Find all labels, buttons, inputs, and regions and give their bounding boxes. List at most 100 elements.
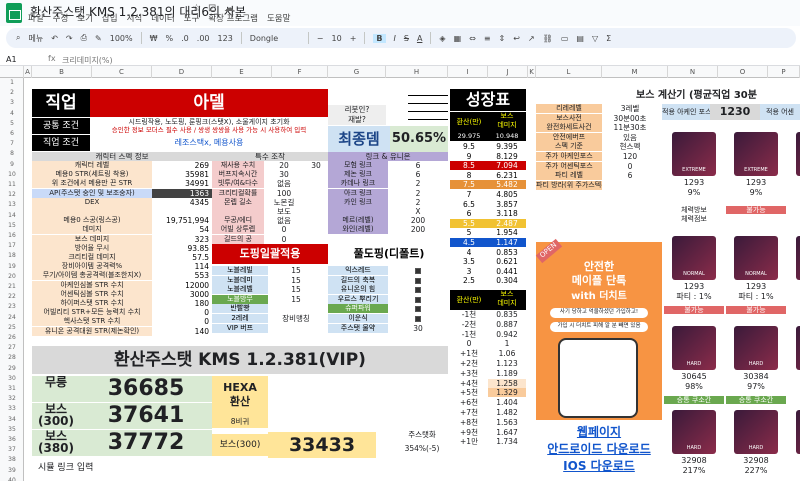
align-icon[interactable]: ≡ [484, 34, 491, 43]
stat-value[interactable]: 57.5 [152, 253, 212, 262]
formula-input[interactable]: 크리데미지(%) [62, 55, 113, 66]
link-value[interactable]: X [388, 207, 448, 216]
col-header[interactable]: J [488, 66, 528, 78]
doping-checkbox[interactable] [388, 266, 448, 275]
row-header[interactable]: 1 [0, 79, 24, 86]
stat-value[interactable]: 34991 [152, 179, 212, 189]
borders-icon[interactable]: ▦ [454, 34, 462, 43]
stat-value[interactable]: 12000 [152, 280, 212, 290]
stat-value[interactable]: 0 [152, 317, 212, 327]
text-color-button[interactable]: A [417, 34, 422, 43]
spreadsheet-grid[interactable]: 직업 아델 공통 조건 시드링작용, 노도핑, 룬핑크(스탯X), 소울게이지 … [24, 78, 800, 481]
ad-link[interactable]: 안드로이드 다운로드 [536, 441, 662, 457]
redo-icon[interactable]: ↷ [66, 34, 73, 43]
link-value[interactable]: 2 [388, 188, 448, 198]
stat-value[interactable]: 93.85 [152, 243, 212, 253]
calc-value[interactable]: 11분30초 [602, 123, 658, 133]
stat-value[interactable]: 0 [152, 308, 212, 318]
row-header[interactable]: 20 [0, 273, 24, 280]
row-header[interactable]: 15 [0, 222, 24, 229]
special-value[interactable]: 100 [264, 188, 304, 198]
col-header[interactable]: C [92, 66, 152, 78]
row-header[interactable]: 19 [0, 263, 24, 270]
job-name-select[interactable]: 아델 [90, 89, 328, 117]
stat-value[interactable]: 4345 [152, 197, 212, 207]
doping-value[interactable]: 15 [268, 266, 324, 275]
menu-help[interactable]: 도움말 [267, 12, 290, 26]
comment-icon[interactable]: ▭ [561, 34, 569, 43]
col-header[interactable]: L [536, 66, 602, 78]
row-header[interactable]: 8 [0, 150, 24, 157]
menu-format[interactable]: 서식 [127, 12, 143, 26]
row-header[interactable]: 7 [0, 140, 24, 147]
doping-value[interactable]: 15 [268, 275, 324, 285]
row-header[interactable]: 2 [0, 89, 24, 96]
col-header[interactable]: I [448, 66, 488, 78]
valign-icon[interactable]: ⇕ [499, 34, 506, 43]
row-header[interactable]: 21 [0, 283, 24, 290]
row-header[interactable]: 38 [0, 456, 24, 463]
row-header[interactable]: 27 [0, 344, 24, 351]
row-header[interactable]: 17 [0, 242, 24, 249]
row-header[interactable]: 4 [0, 110, 24, 117]
special-value[interactable]: 20 [264, 161, 304, 170]
special-value[interactable]: 없음 [264, 216, 304, 226]
row-header[interactable]: 31 [0, 385, 24, 392]
doping-value[interactable] [268, 323, 324, 333]
undo-icon[interactable]: ↶ [51, 34, 58, 43]
special-value[interactable]: 노몬길 [264, 197, 304, 207]
doping-checkbox[interactable] [388, 314, 448, 323]
col-header[interactable]: O [718, 66, 768, 78]
link-value[interactable]: 6 [388, 161, 448, 170]
checkbox-column[interactable] [408, 88, 448, 124]
row-header[interactable]: 30 [0, 375, 24, 382]
filter-icon[interactable]: ▽ [592, 34, 598, 43]
currency-button[interactable]: ₩ [150, 34, 158, 43]
col-header[interactable]: P [768, 66, 800, 78]
col-header[interactable]: F [272, 66, 328, 78]
row-header[interactable]: 28 [0, 354, 24, 361]
stat-value[interactable]: 3000 [152, 289, 212, 299]
link-value[interactable]: 2 [388, 197, 448, 207]
special-value[interactable]: 30 [264, 170, 304, 180]
percent-button[interactable]: % [166, 34, 174, 43]
row-header[interactable]: 10 [0, 171, 24, 178]
calc-value[interactable]: 30분00초 [602, 113, 658, 123]
stat-value[interactable]: 114 [152, 262, 212, 272]
bold-button[interactable]: B [373, 33, 386, 43]
row-header[interactable]: 14 [0, 212, 24, 219]
link-value[interactable]: 200 [388, 225, 448, 235]
link-icon[interactable]: ⛓ [543, 34, 553, 43]
stat-value[interactable]: 54 [152, 225, 212, 235]
sheets-logo-icon[interactable] [6, 3, 22, 23]
doping-value[interactable]: 15 [268, 285, 324, 295]
doping-checkbox[interactable] [388, 294, 448, 304]
font-size-increase-icon[interactable]: + [350, 34, 357, 43]
special-value[interactable]: 0 [264, 234, 304, 244]
ad-link[interactable]: 웹페이지 [536, 424, 662, 440]
stat-value[interactable]: 140 [152, 326, 212, 336]
print-icon[interactable]: ⎙ [81, 33, 87, 43]
font-size-input[interactable]: 10 [332, 34, 342, 43]
row-header[interactable]: 32 [0, 395, 24, 402]
number-format-button[interactable]: 123 [218, 34, 233, 43]
row-header[interactable]: 33 [0, 405, 24, 412]
col-header[interactable]: G [328, 66, 386, 78]
ad-banner[interactable]: OPEN 안전한 메이플 단톡 with 더치트 사기 당하고 억울하셨던 가입… [535, 238, 662, 420]
stat-value[interactable]: 19,751,994 [152, 216, 212, 226]
stat-value[interactable]: 180 [152, 299, 212, 308]
row-header[interactable]: 6 [0, 130, 24, 137]
italic-button[interactable]: I [394, 34, 396, 43]
calc-value[interactable]: 3레벨 [602, 104, 658, 113]
row-header[interactable]: 9 [0, 161, 24, 168]
calc-value[interactable]: 0 [602, 161, 658, 171]
calc-value[interactable]: 6 [602, 171, 658, 181]
row-header[interactable]: 18 [0, 252, 24, 259]
ad-link[interactable]: IOS 다운로드 [536, 458, 662, 474]
wrap-icon[interactable]: ↩ [513, 34, 520, 43]
chart-icon[interactable]: ▤ [576, 34, 584, 43]
menu-file[interactable]: 파일 [28, 12, 44, 26]
col-header[interactable]: M [602, 66, 668, 78]
row-header[interactable]: 5 [0, 120, 24, 127]
menu-extensions[interactable]: 확장 프로그램 [208, 12, 258, 26]
